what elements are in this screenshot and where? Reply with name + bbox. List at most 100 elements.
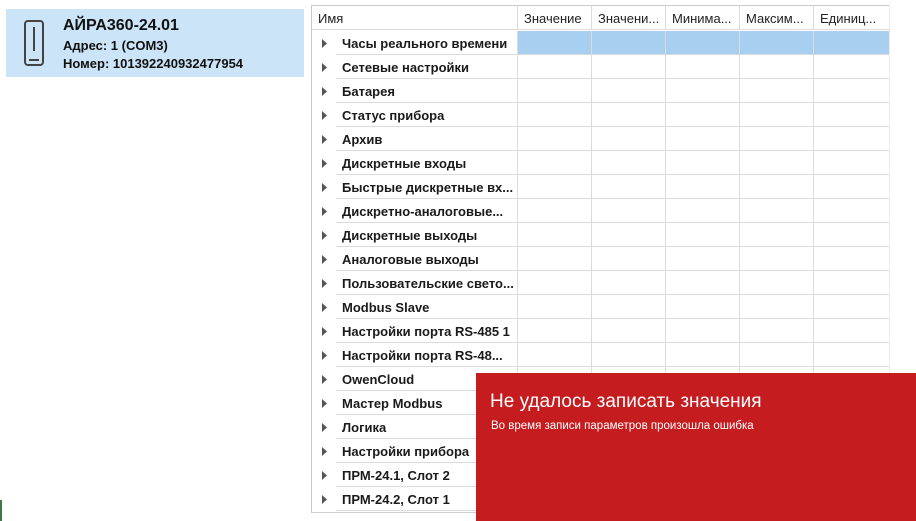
maximum-cell[interactable] [740,127,814,151]
unit-cell[interactable] [814,103,890,127]
value-cell[interactable] [518,223,592,247]
parameter-group-name[interactable]: Аналоговые выходы [336,247,518,271]
expand-arrow-icon[interactable] [312,55,336,79]
minimum-cell[interactable] [666,31,740,55]
value-cell[interactable] [518,343,592,367]
device-card[interactable]: АЙРА360-24.01 Адрес: 1 (COM3) Номер: 101… [6,9,304,77]
parameter-group-row[interactable]: Быстрые дискретные вх... [312,175,890,199]
value-cell[interactable] [518,151,592,175]
expand-arrow-icon[interactable] [312,367,336,391]
value-cell[interactable] [518,295,592,319]
minimum-cell[interactable] [666,103,740,127]
column-header-minimum[interactable]: Минима... [666,6,740,30]
column-header-unit[interactable]: Единиц... [814,6,890,30]
maximum-cell[interactable] [740,79,814,103]
parameter-group-row[interactable]: Дискретные входы [312,151,890,175]
maximum-cell[interactable] [740,271,814,295]
maximum-cell[interactable] [740,55,814,79]
minimum-cell[interactable] [666,271,740,295]
parameter-group-name[interactable]: Батарея [336,79,518,103]
value-cell[interactable] [518,55,592,79]
default-value-cell[interactable] [592,343,666,367]
unit-cell[interactable] [814,319,890,343]
column-header-name[interactable]: Имя [312,6,518,30]
column-header-default-value[interactable]: Значени... [592,6,666,30]
expand-arrow-icon[interactable] [312,415,336,439]
minimum-cell[interactable] [666,199,740,223]
expand-arrow-icon[interactable] [312,463,336,487]
unit-cell[interactable] [814,31,890,55]
parameter-group-name[interactable]: Быстрые дискретные вх... [336,175,518,199]
parameter-group-name[interactable]: Настройки порта RS-48... [336,343,518,367]
maximum-cell[interactable] [740,343,814,367]
minimum-cell[interactable] [666,127,740,151]
parameter-group-row[interactable]: Сетевые настройки [312,55,890,79]
parameter-group-row[interactable]: Пользовательские свето... [312,271,890,295]
expand-arrow-icon[interactable] [312,79,336,103]
parameter-group-row[interactable]: Батарея [312,79,890,103]
default-value-cell[interactable] [592,175,666,199]
parameter-group-name[interactable]: Дискретные входы [336,151,518,175]
parameter-group-row[interactable]: Аналоговые выходы [312,247,890,271]
expand-arrow-icon[interactable] [312,343,336,367]
unit-cell[interactable] [814,199,890,223]
default-value-cell[interactable] [592,127,666,151]
value-cell[interactable] [518,79,592,103]
expand-arrow-icon[interactable] [312,391,336,415]
expand-arrow-icon[interactable] [312,271,336,295]
value-cell[interactable] [518,31,592,55]
maximum-cell[interactable] [740,31,814,55]
value-cell[interactable] [518,271,592,295]
default-value-cell[interactable] [592,223,666,247]
default-value-cell[interactable] [592,151,666,175]
parameter-group-name[interactable]: Архив [336,127,518,151]
minimum-cell[interactable] [666,79,740,103]
minimum-cell[interactable] [666,319,740,343]
maximum-cell[interactable] [740,295,814,319]
expand-arrow-icon[interactable] [312,151,336,175]
unit-cell[interactable] [814,271,890,295]
unit-cell[interactable] [814,151,890,175]
parameter-group-row[interactable]: Дискретно-аналоговые... [312,199,890,223]
default-value-cell[interactable] [592,271,666,295]
parameter-group-name[interactable]: Часы реального времени [336,31,518,55]
minimum-cell[interactable] [666,151,740,175]
default-value-cell[interactable] [592,31,666,55]
default-value-cell[interactable] [592,55,666,79]
parameter-group-name[interactable]: Пользовательские свето... [336,271,518,295]
default-value-cell[interactable] [592,295,666,319]
unit-cell[interactable] [814,343,890,367]
maximum-cell[interactable] [740,103,814,127]
value-cell[interactable] [518,199,592,223]
column-header-value[interactable]: Значение [518,6,592,30]
error-notification[interactable]: Не удалось записать значения Во время за… [476,373,916,521]
parameter-group-row[interactable]: Статус прибора [312,103,890,127]
default-value-cell[interactable] [592,319,666,343]
expand-arrow-icon[interactable] [312,487,336,511]
parameter-group-row[interactable]: Modbus Slave [312,295,890,319]
unit-cell[interactable] [814,55,890,79]
unit-cell[interactable] [814,79,890,103]
minimum-cell[interactable] [666,223,740,247]
maximum-cell[interactable] [740,175,814,199]
expand-arrow-icon[interactable] [312,439,336,463]
expand-arrow-icon[interactable] [312,223,336,247]
value-cell[interactable] [518,175,592,199]
parameter-group-name[interactable]: Дискретно-аналоговые... [336,199,518,223]
default-value-cell[interactable] [592,247,666,271]
parameter-group-row[interactable]: Настройки порта RS-485 1 [312,319,890,343]
minimum-cell[interactable] [666,175,740,199]
value-cell[interactable] [518,127,592,151]
unit-cell[interactable] [814,247,890,271]
expand-arrow-icon[interactable] [312,319,336,343]
value-cell[interactable] [518,103,592,127]
unit-cell[interactable] [814,223,890,247]
value-cell[interactable] [518,319,592,343]
parameter-group-name[interactable]: Modbus Slave [336,295,518,319]
unit-cell[interactable] [814,295,890,319]
unit-cell[interactable] [814,127,890,151]
parameter-group-name[interactable]: Статус прибора [336,103,518,127]
expand-arrow-icon[interactable] [312,127,336,151]
maximum-cell[interactable] [740,319,814,343]
expand-arrow-icon[interactable] [312,199,336,223]
